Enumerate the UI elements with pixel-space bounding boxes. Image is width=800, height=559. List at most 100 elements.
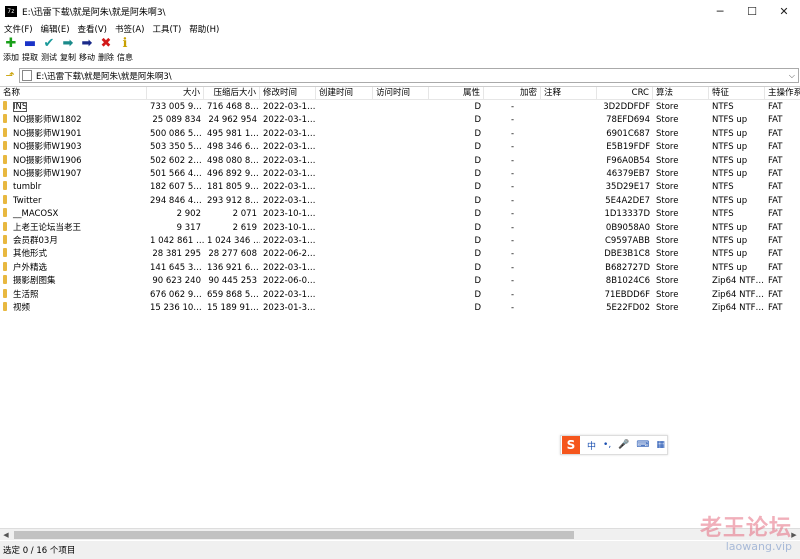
- column-header-name[interactable]: 名称: [0, 87, 147, 100]
- table-row[interactable]: __MACOSX 2 902 2 071 2023-10-1… D - 1D13337D St…: [0, 208, 800, 221]
- scrollbar-thumb[interactable]: [14, 531, 574, 539]
- cell-packed-size: 15 189 91…: [207, 303, 259, 313]
- menu-view[interactable]: 查看(V): [74, 23, 111, 35]
- file-name: 摄影剧图集: [13, 276, 56, 287]
- cell-packed-size: 498 080 8…: [207, 155, 259, 166]
- info-button[interactable]: ℹ 信息: [116, 36, 134, 63]
- menu-edit[interactable]: 编辑(E): [37, 23, 74, 35]
- keyboard-icon[interactable]: ⌨: [636, 440, 649, 450]
- table-row[interactable]: INS 733 005 9… 716 468 8… 2022-03-1… D - 3D2DD…: [0, 101, 800, 114]
- cell-attributes: D: [474, 222, 481, 233]
- cell-method: Store: [656, 249, 679, 260]
- cell-crc: 6901C687: [606, 128, 650, 139]
- info-icon: ℹ: [122, 36, 128, 51]
- file-name: NO摄影师W1802: [13, 115, 82, 126]
- close-button[interactable]: ✕: [768, 0, 800, 22]
- table-row[interactable]: NO摄影师W1901 500 086 5… 495 981 1… 2022-03-1……: [0, 127, 800, 141]
- cell-attributes: D: [474, 209, 481, 220]
- cell-attributes: D: [474, 182, 481, 193]
- cell-accessed: [373, 208, 429, 221]
- column-header-encrypted[interactable]: 加密: [484, 87, 541, 100]
- cell-comment: [541, 262, 597, 275]
- address-input[interactable]: E:\迅雷下载\就是阿朱\就是阿朱啊3\ ⌵: [19, 68, 799, 83]
- microphone-icon[interactable]: 🎤: [618, 440, 629, 450]
- table-row[interactable]: 上老王论坛当老王 9 317 2 619 2023-10-1… D - 0B9058A0 St…: [0, 221, 800, 235]
- cell-comment: [541, 248, 597, 261]
- cell-host-os: FAT: [768, 303, 783, 313]
- file-name: Twitter: [13, 195, 42, 206]
- cell-name: __MACOSX: [0, 208, 147, 221]
- menu-bookmarks[interactable]: 书签(A): [111, 23, 148, 35]
- cell-characteristics: NTFS up: [712, 155, 748, 166]
- chevron-down-icon[interactable]: ⌵: [789, 69, 795, 82]
- cell-name: INS: [0, 101, 147, 114]
- column-header-packed-size[interactable]: 压缩后大小: [204, 87, 260, 100]
- scroll-left-icon[interactable]: ◀: [0, 529, 12, 541]
- table-row[interactable]: NO摄影师W1907 501 566 4… 496 892 9… 2022-03-1……: [0, 168, 800, 181]
- column-header-host-os[interactable]: 主操作系: [765, 87, 800, 100]
- cell-modified: 2022-03-1…: [263, 289, 316, 300]
- ime-toolbar[interactable]: S 中 •, 🎤 ⌨ ▦: [560, 435, 668, 455]
- cell-host-os: FAT: [768, 102, 783, 112]
- copy-button[interactable]: ➡ 复制: [59, 36, 77, 63]
- maximize-button[interactable]: ☐: [736, 0, 768, 22]
- test-button[interactable]: ✔ 测试: [40, 36, 58, 63]
- file-list[interactable]: 名称 大小 压缩后大小 修改时间 创建时间 访问时间 属性 加密 注释 CRC 算法 特征 主操作系 I…: [0, 86, 800, 528]
- folder-up-icon[interactable]: ⬏: [3, 69, 17, 83]
- cell-created: [316, 141, 373, 154]
- menu-tools[interactable]: 工具(T): [148, 23, 185, 35]
- column-header-characteristics[interactable]: 特征: [709, 87, 765, 100]
- move-button[interactable]: ➡ 移动: [78, 36, 96, 63]
- extract-button[interactable]: ▬ 提取: [21, 36, 39, 63]
- menu-help[interactable]: 帮助(H): [185, 23, 223, 35]
- table-row[interactable]: Twitter 294 846 4… 293 912 8… 2022-03-1… D - 5…: [0, 194, 800, 208]
- grid-menu-icon[interactable]: ▦: [656, 440, 665, 450]
- ime-logo-icon[interactable]: S: [562, 436, 580, 454]
- cell-size: 28 381 295: [152, 249, 201, 260]
- cell-packed-size: 28 277 608: [208, 249, 257, 260]
- folder-icon: [3, 181, 7, 191]
- cell-modified: 2022-06-0…: [263, 276, 316, 287]
- table-row[interactable]: 会员群03月 1 042 861 … 1 024 346 … 2022-03-1… D -…: [0, 235, 800, 248]
- cell-attributes: D: [474, 195, 481, 206]
- ime-language-toggle[interactable]: 中: [587, 439, 596, 452]
- add-button[interactable]: ✚ 添加: [2, 36, 20, 63]
- cell-size: 676 062 9…: [150, 289, 202, 300]
- cell-attributes: D: [474, 115, 481, 126]
- table-row[interactable]: NO摄影师W1906 502 602 2… 498 080 8… 2022-03-1……: [0, 154, 800, 168]
- table-row[interactable]: 摄影剧图集 90 623 240 90 445 253 2022-06-0… D - 8B1…: [0, 275, 800, 288]
- cell-crc: C9597ABB: [604, 236, 650, 246]
- horizontal-scrollbar[interactable]: ◀ ▶: [0, 528, 800, 540]
- cell-characteristics: Zip64 NTF…: [712, 289, 765, 300]
- column-header-modified[interactable]: 修改时间: [260, 87, 316, 100]
- table-row[interactable]: NO摄影师W1903 503 350 5… 498 346 6… 2022-03-1……: [0, 141, 800, 154]
- column-header-attributes[interactable]: 属性: [429, 87, 484, 100]
- column-header-created[interactable]: 创建时间: [316, 87, 373, 100]
- cell-comment: [541, 195, 597, 208]
- table-row[interactable]: 其他形式 28 381 295 28 277 608 2022-06-2… D - DBE3…: [0, 248, 800, 261]
- table-row[interactable]: tumblr 182 607 5… 181 805 9… 2022-03-1… D - 35…: [0, 181, 800, 194]
- menu-file[interactable]: 文件(F): [0, 23, 37, 35]
- minimize-button[interactable]: ─: [704, 0, 736, 22]
- cell-attributes: D: [474, 155, 481, 166]
- column-header-accessed[interactable]: 访问时间: [373, 87, 429, 100]
- ime-punctuation-icon[interactable]: •,: [603, 440, 611, 450]
- table-row[interactable]: 户外精选 141 645 3… 136 921 6… 2022-03-1… D - B682…: [0, 261, 800, 275]
- cell-attributes: D: [474, 262, 481, 273]
- cell-packed-size: 1 024 346 …: [207, 236, 260, 246]
- table-row[interactable]: 生活照 676 062 9… 659 868 5… 2022-03-1… D - 71EBD…: [0, 288, 800, 302]
- column-header-crc[interactable]: CRC: [597, 87, 653, 100]
- cell-modified: 2022-03-1…: [263, 169, 316, 179]
- cell-method: Store: [656, 262, 679, 273]
- table-row[interactable]: 视频 15 236 10… 15 189 91… 2023-01-3… D - 5E22FD…: [0, 302, 800, 315]
- cell-host-os: FAT: [768, 169, 783, 179]
- file-name: 视频: [13, 303, 31, 313]
- cell-attributes: D: [474, 303, 481, 313]
- column-header-size[interactable]: 大小: [147, 87, 204, 100]
- cell-encrypted: -: [510, 262, 515, 273]
- cell-comment: [541, 155, 597, 168]
- column-header-comment[interactable]: 注释: [541, 87, 597, 100]
- delete-button[interactable]: ✖ 删除: [97, 36, 115, 63]
- table-row[interactable]: NO摄影师W1802 25 089 834 24 962 954 2022-03-1……: [0, 114, 800, 127]
- column-header-method[interactable]: 算法: [653, 87, 709, 100]
